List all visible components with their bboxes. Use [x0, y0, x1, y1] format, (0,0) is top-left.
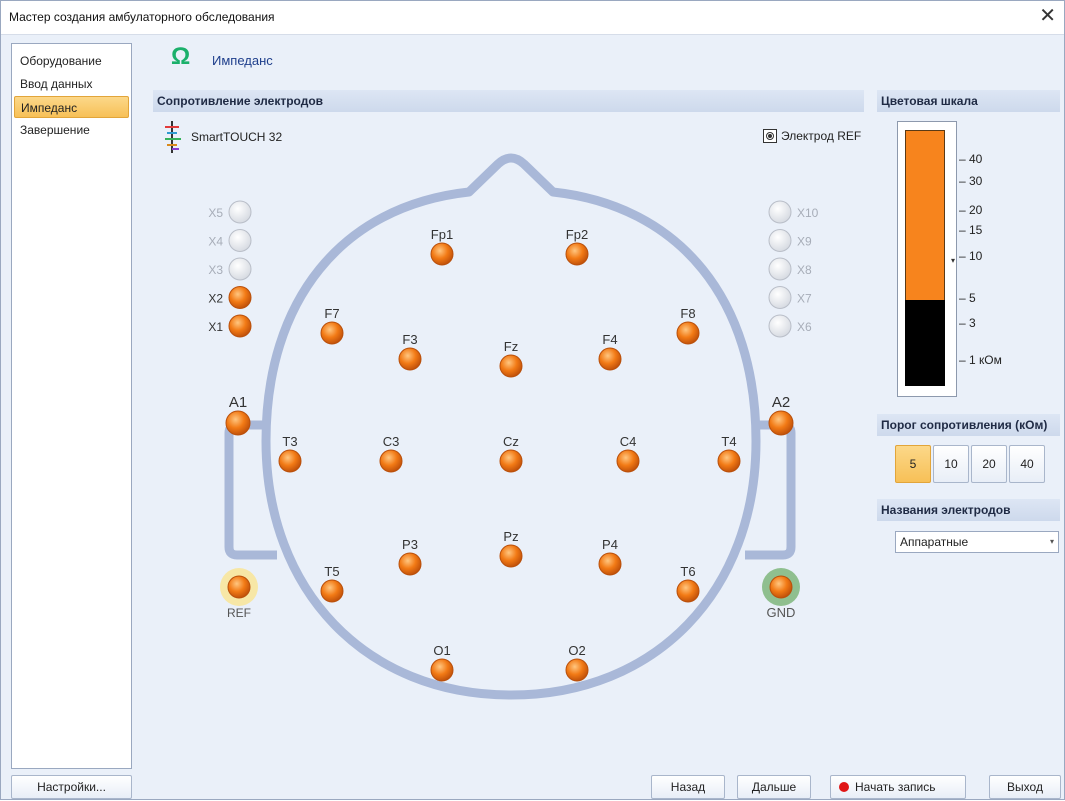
electrode-label-c4: C4	[620, 434, 637, 449]
electrode-label-f7: F7	[324, 306, 339, 321]
color-scale-bar	[897, 121, 957, 397]
electrode-x1[interactable]	[228, 314, 252, 338]
start-recording-label: Начать запись	[855, 780, 936, 794]
chevron-down-icon: ▾	[1049, 537, 1054, 546]
scale-tick: – 30	[959, 174, 983, 188]
electrode-fp1[interactable]	[430, 242, 454, 266]
electrode-fz[interactable]	[499, 354, 523, 378]
electrode-t5[interactable]	[320, 579, 344, 603]
electrode-x8[interactable]	[768, 257, 792, 281]
head-outline	[261, 153, 761, 700]
electrode-label-x3: X3	[208, 263, 223, 277]
scale-tick: – 3	[959, 316, 976, 330]
electrode-label-f4: F4	[602, 332, 617, 347]
electrode-label-x10: X10	[797, 206, 819, 220]
electrode-f4[interactable]	[598, 347, 622, 371]
electrode-names-header: Названия электродов	[877, 499, 1060, 521]
electrode-label-fz: Fz	[504, 339, 518, 354]
electrode-f3[interactable]	[398, 347, 422, 371]
threshold-header: Порог сопротивления (кОм)	[877, 414, 1060, 436]
scale-high-segment	[905, 130, 945, 300]
electrode-ref[interactable]	[227, 575, 251, 599]
electrode-o2[interactable]	[565, 658, 589, 682]
electrode-label-x4: X4	[208, 235, 223, 249]
electrode-label-x2: X2	[208, 292, 223, 306]
start-recording-button[interactable]: Начать запись	[830, 775, 966, 799]
electrode-label-o1: O1	[433, 643, 450, 658]
electrode-label-x7: X7	[797, 292, 812, 306]
electrode-names-value: Аппаратные	[900, 535, 969, 549]
electrode-label-x5: X5	[208, 206, 223, 220]
electrode-label-fp1: Fp1	[431, 227, 453, 242]
exit-button[interactable]: Выход	[989, 775, 1061, 799]
electrode-o1[interactable]	[430, 658, 454, 682]
electrode-x6[interactable]	[768, 314, 792, 338]
electrode-p4[interactable]	[598, 552, 622, 576]
electrode-label-cz: Cz	[503, 434, 519, 449]
electrode-label-ref: REF	[227, 606, 251, 620]
electrode-label-t3: T3	[282, 434, 297, 449]
electrode-pz[interactable]	[499, 544, 523, 568]
threshold-5-button[interactable]: 5	[895, 445, 931, 483]
electrode-label-p3: P3	[402, 537, 418, 552]
electrode-x9[interactable]	[768, 229, 792, 252]
electrode-p3[interactable]	[398, 552, 422, 576]
scale-tick: – 20	[959, 203, 983, 217]
electrode-gnd[interactable]	[769, 575, 793, 599]
electrode-label-a2: A2	[772, 394, 790, 411]
scale-tick: – 1 кОм	[959, 353, 1002, 367]
electrode-label-a1: A1	[229, 394, 247, 411]
electrode-label-f3: F3	[402, 332, 417, 347]
electrode-x3[interactable]	[228, 257, 252, 281]
wizard-window: Мастер создания амбулаторного обследован…	[0, 0, 1065, 800]
electrode-fp2[interactable]	[565, 242, 589, 266]
threshold-10-button[interactable]: 10	[933, 445, 969, 483]
electrode-a1[interactable]	[225, 410, 251, 436]
electrode-label-t6: T6	[680, 564, 695, 579]
electrode-x2[interactable]	[228, 286, 252, 309]
electrode-label-t4: T4	[721, 434, 736, 449]
electrode-x5[interactable]	[228, 200, 252, 224]
electrode-t6[interactable]	[676, 579, 700, 603]
electrode-t4[interactable]	[717, 449, 741, 473]
electrode-label-o2: O2	[568, 643, 585, 658]
scale-tick: – 5	[959, 291, 976, 305]
scale-tick: – 40	[959, 152, 983, 166]
scale-low-segment	[905, 300, 945, 386]
electrode-c3[interactable]	[379, 449, 403, 473]
electrode-t3[interactable]	[278, 449, 302, 473]
electrode-cz[interactable]	[499, 449, 523, 473]
electrode-label-c3: C3	[383, 434, 400, 449]
electrode-label-x6: X6	[797, 320, 812, 334]
next-button[interactable]: Дальше	[737, 775, 811, 799]
threshold-20-button[interactable]: 20	[971, 445, 1007, 483]
electrode-f7[interactable]	[320, 321, 344, 345]
electrode-label-x8: X8	[797, 263, 812, 277]
electrode-label-p4: P4	[602, 537, 618, 552]
electrode-x4[interactable]	[228, 229, 252, 252]
color-scale-header: Цветовая шкала	[877, 90, 1060, 112]
threshold-40-button[interactable]: 40	[1009, 445, 1045, 483]
electrode-x7[interactable]	[768, 286, 792, 309]
record-icon	[839, 782, 849, 792]
electrode-f8[interactable]	[676, 321, 700, 345]
scale-tick: – 15	[959, 223, 983, 237]
electrode-label-gnd: GND	[767, 605, 796, 620]
electrode-c4[interactable]	[616, 449, 640, 473]
threshold-marker-icon: ▾	[951, 256, 956, 265]
electrode-x10[interactable]	[768, 200, 792, 224]
electrode-label-f8: F8	[680, 306, 695, 321]
electrode-label-fp2: Fp2	[566, 227, 588, 242]
electrode-label-t5: T5	[324, 564, 339, 579]
electrode-label-x9: X9	[797, 235, 812, 249]
electrode-a2[interactable]	[768, 410, 794, 436]
electrode-label-x1: X1	[208, 320, 223, 334]
back-button[interactable]: Назад	[651, 775, 725, 799]
electrode-label-pz: Pz	[503, 529, 518, 544]
threshold-buttons: 5 10 20 40	[895, 445, 1045, 483]
scale-tick: – 10	[959, 249, 983, 263]
electrode-names-select[interactable]: Аппаратные ▾	[895, 531, 1059, 553]
